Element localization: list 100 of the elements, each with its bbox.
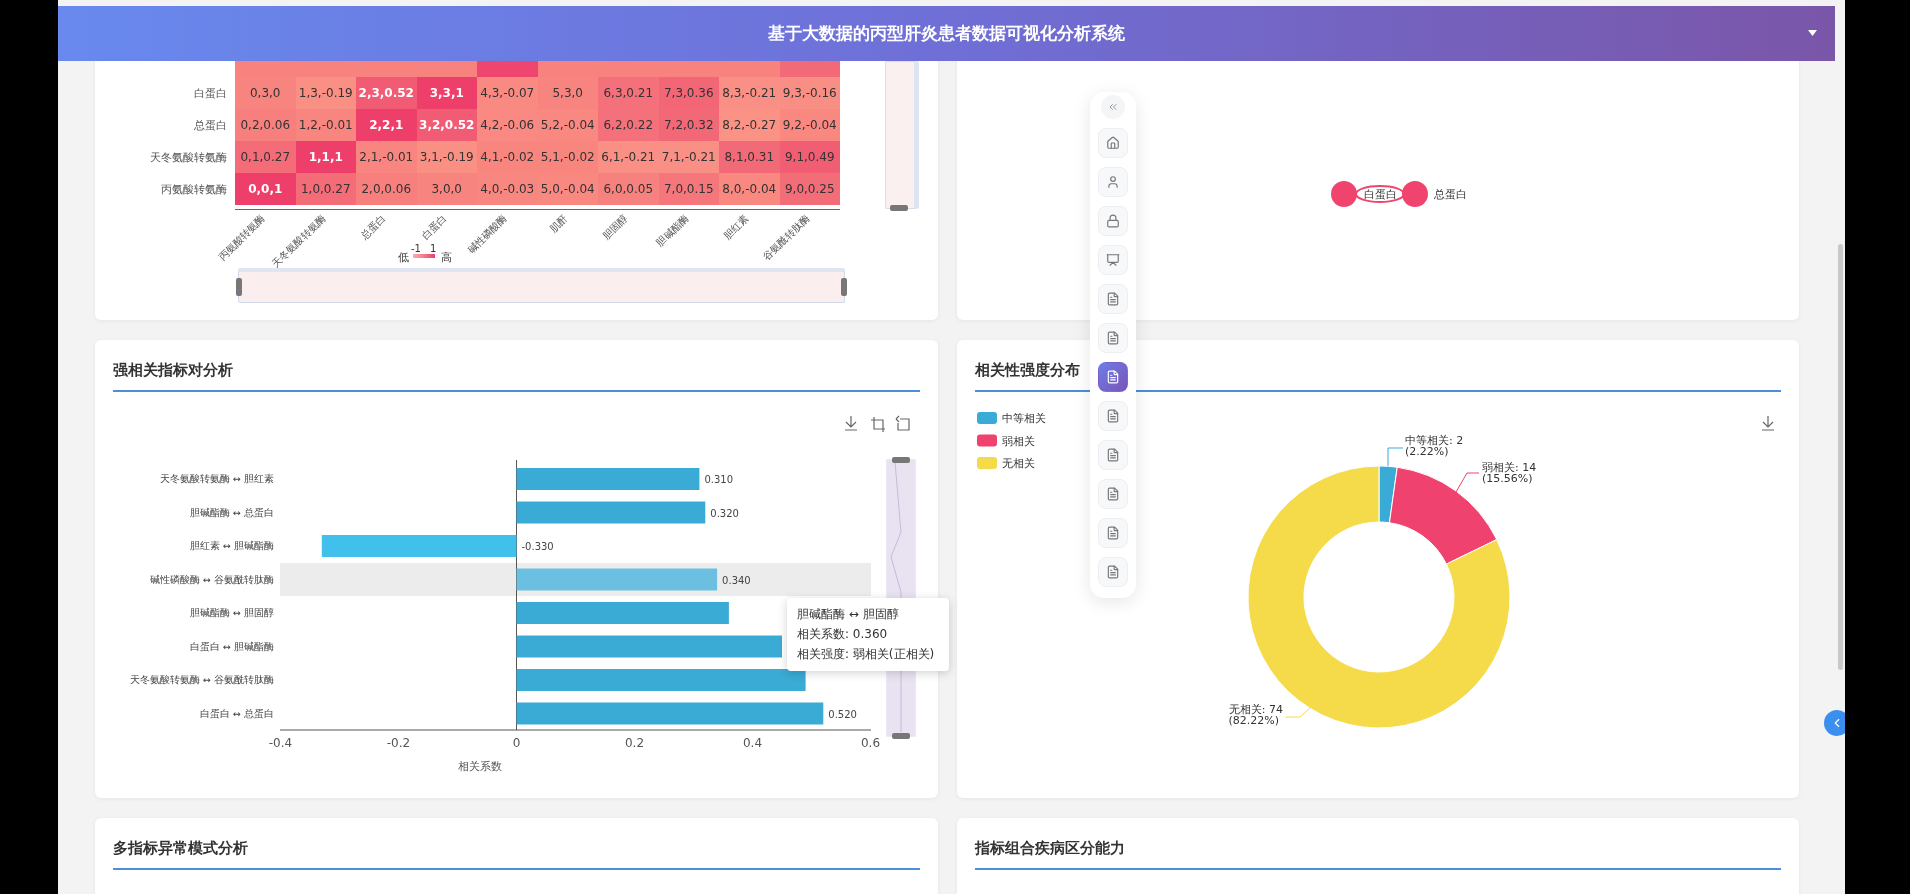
graph-node — [1402, 181, 1428, 207]
node-label: 总蛋白 — [1434, 188, 1467, 201]
value-label: -0.330 — [521, 541, 554, 552]
axis-label: 碱性磷酸酶 — [465, 212, 509, 256]
nav-item[interactable] — [1098, 206, 1128, 236]
heatmap-cell: 9,3,-0.16 — [779, 77, 840, 109]
home-icon — [1106, 136, 1120, 150]
heatmap-cell: 7,3,0.36 — [658, 77, 719, 109]
nav-item[interactable] — [1098, 167, 1128, 197]
heatmap-cell: 1,0,0.27 — [295, 173, 356, 205]
axis-label: 白蛋白 — [193, 85, 228, 102]
heatmap-cell: 3,0,0 — [416, 173, 477, 205]
category-label: 胆碱酯酶 ↔ 胆固醇 — [190, 607, 274, 618]
heatmap-cell: 5,0,-0.04 — [537, 173, 598, 205]
nav-item[interactable] — [1098, 401, 1128, 431]
category-label: 天冬氨酸转氨酶 ↔ 胆红素 — [160, 473, 274, 484]
slice-label: 中等相关: 2 (2.22%) — [1405, 434, 1464, 458]
nav-item[interactable] — [1098, 440, 1128, 470]
dropdown-caret-icon[interactable] — [1808, 30, 1817, 36]
heatmap-cell: 8,2,-0.27 — [719, 109, 780, 141]
nav-item[interactable] — [1098, 362, 1128, 392]
card-title: 强相关指标对分析 — [113, 361, 233, 381]
document-icon — [1106, 331, 1120, 345]
reset-icon[interactable] — [895, 415, 910, 431]
lock-icon — [1106, 214, 1120, 228]
category-label: 胆红素 ↔ 胆碱酯酶 — [190, 540, 274, 551]
heatmap-cell: 2,1,-0.01 — [356, 141, 417, 173]
scrollbar-thumb[interactable] — [1838, 244, 1843, 670]
heatmap-cell: 5,3,0 — [537, 77, 598, 109]
legend-swatch[interactable] — [977, 457, 997, 469]
user-icon — [1106, 175, 1120, 189]
tick-label: 0.6 — [860, 736, 881, 750]
legend-label: -1 — [411, 243, 421, 254]
nav-item[interactable] — [1098, 245, 1128, 275]
document-icon — [1106, 409, 1120, 423]
heatmap-cell: 0,3,0 — [235, 77, 296, 109]
side-panel-toggle[interactable] — [1824, 710, 1845, 736]
tooltip-line: 相关强度: 弱相关(正相关) — [797, 646, 936, 663]
graph-edge — [1355, 185, 1405, 203]
zoom-icon[interactable] — [870, 416, 886, 433]
presentation-board-icon — [1106, 253, 1120, 267]
heatmap-cell: 7,2,0.32 — [658, 109, 719, 141]
nav-item[interactable] — [1098, 284, 1128, 314]
card-title: 多指标异常模式分析 — [113, 839, 248, 859]
legend-label[interactable]: 无相关 — [1002, 457, 1035, 470]
axis-title: 相关系数 — [458, 760, 502, 773]
graph-node — [1331, 181, 1357, 207]
document-icon — [1106, 370, 1120, 384]
tick-label: 0 — [512, 736, 521, 750]
app-title: 基于大数据的丙型肝炎患者数据可视化分析系统 — [768, 22, 1125, 45]
axis-label: 肌酐 — [547, 212, 570, 235]
value-label: 0.520 — [828, 708, 857, 720]
category-label: 白蛋白 ↔ 胆碱酯酶 — [190, 640, 274, 652]
heatmap-cell: 0,1,0.27 — [235, 141, 296, 173]
legend-swatch[interactable] — [977, 412, 997, 424]
leader-line — [1284, 707, 1311, 718]
heatmap-cell: 1,2,-0.01 — [295, 109, 356, 141]
document-icon — [1106, 526, 1120, 540]
download-icon[interactable] — [844, 415, 858, 431]
color-scale-bar — [413, 254, 435, 258]
heatmap-cell: 3,3,1 — [416, 77, 477, 109]
category-label: 胆碱酯酶 ↔ 总蛋白 — [190, 506, 274, 518]
document-icon — [1106, 487, 1120, 501]
axis-label: 胆碱酯酶 — [654, 212, 691, 249]
legend-label: 1 — [430, 243, 437, 254]
tick-label: 0.4 — [742, 736, 763, 750]
heatmap-cell: 8,1,0.31 — [719, 141, 780, 173]
document-icon — [1106, 565, 1120, 579]
axis-label: 丙氨酸转氨酶 — [160, 181, 228, 198]
card-title: 指标组合疾病区分能力 — [975, 839, 1125, 859]
heatmap-cell: 1,1,1 — [295, 141, 356, 173]
axis-label: 丙氨酸转氨酶 — [216, 212, 267, 263]
heatmap-cell: 9,0,0.25 — [779, 173, 840, 205]
data-zoom-slider[interactable] — [885, 61, 919, 209]
tick-label: -0.4 — [268, 736, 293, 750]
heatmap-cell: 6,2,0.22 — [598, 109, 659, 141]
heatmap-cell: 0,2,0.06 — [235, 109, 296, 141]
node-label: 白蛋白 — [1363, 188, 1397, 201]
heatmap-cell: 8,3,-0.21 — [719, 77, 780, 109]
legend-label[interactable]: 弱相关 — [1002, 434, 1035, 448]
data-zoom-slider[interactable] — [238, 268, 845, 303]
legend-label: 低 — [398, 251, 409, 264]
nav-item[interactable] — [1098, 557, 1128, 587]
nav-item[interactable] — [1098, 518, 1128, 548]
nav-item[interactable] — [1098, 128, 1128, 158]
nav-item[interactable] — [1098, 479, 1128, 509]
legend-label[interactable]: 中等相关 — [1002, 412, 1046, 425]
heatmap-cell: 9,2,-0.04 — [779, 109, 840, 141]
axis-label: 白蛋白 — [419, 212, 449, 242]
double-chevron-left-icon — [1107, 101, 1119, 113]
value-label: 0.340 — [722, 574, 751, 586]
heatmap-cell: 5,2,-0.04 — [537, 109, 598, 141]
axis-label: 胆红素 — [721, 212, 751, 242]
heatmap-cell: 5,1,-0.02 — [537, 141, 598, 173]
category-label: 碱性磷酸酶 ↔ 谷氨酰转肽酶 — [150, 573, 274, 585]
nav-item[interactable] — [1098, 323, 1128, 353]
legend-swatch[interactable] — [977, 434, 997, 447]
heatmap-cell: 3,2,0.52 — [416, 109, 477, 141]
heatmap-cell: 6,0,0.05 — [598, 173, 659, 205]
download-icon[interactable] — [1761, 415, 1775, 431]
